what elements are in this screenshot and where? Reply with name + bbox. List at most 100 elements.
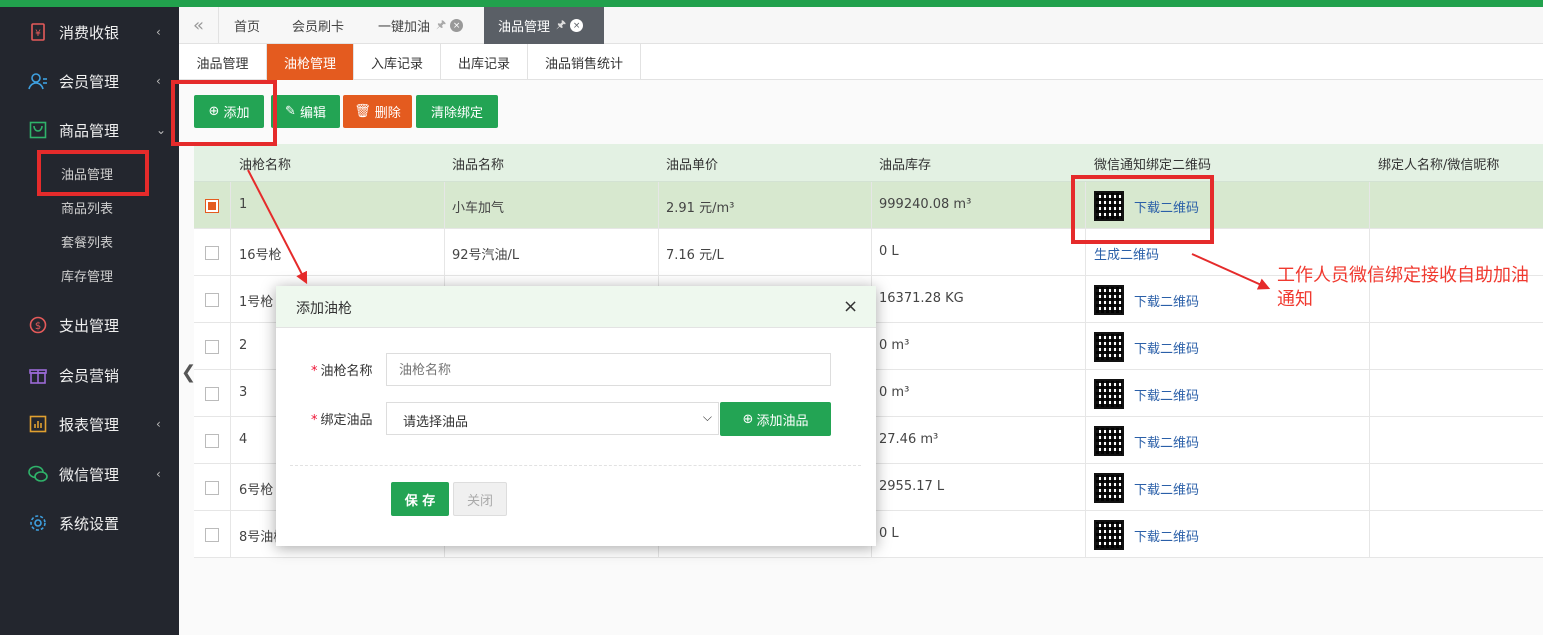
chevron-down-icon: ⌄: [156, 123, 167, 137]
unbind-button[interactable]: 清除绑定: [416, 95, 498, 128]
sidebar-subitem-packages[interactable]: 套餐列表: [61, 232, 113, 251]
stock-cell: 0 L: [879, 526, 899, 541]
highlight-add-button: [171, 80, 277, 146]
sidebar-subitem-inventory[interactable]: 库存管理: [61, 266, 113, 285]
download-qr-link[interactable]: 下载二维码: [1134, 526, 1199, 545]
table-row[interactable]: 1 小车加气 2.91 元/m³ 999240.08 m³ 下载二维码: [194, 182, 1543, 229]
row-checkbox[interactable]: [205, 528, 219, 542]
annotation-text: 工作人员微信绑定接收自助加油通知: [1277, 265, 1529, 310]
chevron-left-icon[interactable]: ❮: [181, 362, 196, 383]
cancel-button[interactable]: 关闭: [453, 482, 507, 516]
row-checkbox[interactable]: [205, 293, 219, 307]
gift-icon: [28, 365, 48, 385]
sidebar-item-settings[interactable]: 系统设置: [0, 508, 179, 538]
sidebar: ¥ 消费收银 ‹ 会员管理 ‹ 商品管理 ⌄ 油品管理 商品列表 套餐列表 库存…: [0, 7, 179, 635]
col-stock[interactable]: 油品库存: [879, 154, 931, 173]
subtab-stock-in[interactable]: 入库记录: [354, 44, 441, 80]
stock-cell: 2955.17 L: [879, 479, 945, 494]
download-qr-link[interactable]: 下载二维码: [1134, 338, 1199, 357]
delete-button[interactable]: 🗑 删除: [343, 95, 412, 128]
column-divider: [1085, 417, 1086, 464]
sidebar-item-members[interactable]: 会员管理 ‹: [0, 66, 179, 96]
tab-oil-management[interactable]: 油品管理 🖈 ×: [484, 7, 604, 44]
column-divider: [1085, 276, 1086, 323]
row-checkbox[interactable]: [205, 434, 219, 448]
gun-name-input[interactable]: [386, 353, 831, 386]
subtab-sales-stats[interactable]: 油品销售统计: [528, 44, 641, 80]
sidebar-item-label: 微信管理: [59, 465, 120, 484]
edit-button[interactable]: ✎ 编辑: [271, 95, 340, 128]
oil-select[interactable]: 请选择油品 ⌵: [386, 402, 719, 435]
row-checkbox[interactable]: [205, 340, 219, 354]
column-divider: [658, 182, 659, 229]
subtab-bar: 油品管理 油枪管理 入库记录 出库记录 油品销售统计: [179, 44, 1543, 80]
oil-name-cell: 92号汽油/L: [452, 248, 520, 263]
gun-name-cell: 3: [239, 385, 248, 400]
subtab-oil[interactable]: 油品管理: [179, 44, 267, 80]
tab-quick-refuel[interactable]: 一键加油 🖈 ×: [378, 7, 464, 44]
column-divider: [871, 182, 872, 229]
column-divider: [230, 276, 231, 323]
tab-label: 会员刷卡: [292, 20, 345, 35]
row-checkbox[interactable]: [205, 481, 219, 495]
oil-bind-label-text: 绑定油品: [320, 413, 373, 428]
row-checkbox[interactable]: [205, 387, 219, 401]
gun-name-cell: 2: [239, 338, 248, 353]
close-icon[interactable]: ×: [450, 19, 464, 32]
double-chevron-left-icon[interactable]: «: [179, 7, 219, 44]
sidebar-item-reports[interactable]: 报表管理 ‹: [0, 409, 179, 439]
subtab-guns[interactable]: 油枪管理: [267, 44, 354, 80]
column-divider: [1369, 323, 1370, 370]
col-oil-name[interactable]: 油品名称: [452, 154, 504, 173]
table-header: 油枪名称 油品名称 油品单价 油品库存 微信通知绑定二维码 绑定人名称/微信昵称: [194, 144, 1543, 182]
close-icon[interactable]: ×: [843, 296, 858, 317]
oil-name-cell: 小车加气: [452, 201, 505, 216]
column-divider: [230, 511, 231, 558]
sidebar-item-expense[interactable]: $ 支出管理: [0, 310, 179, 340]
col-gun-name[interactable]: 油枪名称: [239, 154, 291, 173]
download-qr-link[interactable]: 下载二维码: [1134, 432, 1199, 451]
col-qr[interactable]: 微信通知绑定二维码: [1094, 154, 1211, 173]
add-oil-button[interactable]: ⊕ 添加油品: [720, 402, 831, 436]
pin-icon[interactable]: 🖈: [556, 16, 566, 35]
download-qr-link[interactable]: 下载二维码: [1134, 479, 1199, 498]
tab-home[interactable]: 首页: [234, 7, 260, 44]
column-divider: [1085, 464, 1086, 511]
sidebar-item-label: 会员营销: [59, 366, 120, 385]
save-button[interactable]: 保 存: [391, 482, 449, 516]
pin-icon[interactable]: 🖈: [436, 16, 446, 35]
column-divider: [1085, 511, 1086, 558]
col-binder[interactable]: 绑定人名称/微信昵称: [1378, 154, 1499, 173]
sidebar-item-cashier[interactable]: ¥ 消费收银 ‹: [0, 17, 179, 47]
tab-label: 一键加油: [378, 20, 431, 35]
close-icon[interactable]: ×: [570, 19, 584, 32]
col-price[interactable]: 油品单价: [666, 154, 718, 173]
generate-qr-link[interactable]: 生成二维码: [1094, 244, 1159, 263]
tab-bar: « 首页 会员刷卡 一键加油 🖈 × 油品管理 🖈 ×: [179, 7, 1543, 44]
svg-text:¥: ¥: [35, 29, 41, 39]
sidebar-item-wechat[interactable]: 微信管理 ‹: [0, 459, 179, 489]
tab-member-card[interactable]: 会员刷卡: [292, 7, 344, 44]
sidebar-subitem-goods-list[interactable]: 商品列表: [61, 198, 113, 217]
qr-code-icon: [1094, 285, 1124, 315]
gun-name-cell: 4: [239, 432, 248, 447]
sidebar-item-marketing[interactable]: 会员营销: [0, 360, 179, 390]
sidebar-item-goods[interactable]: 商品管理 ⌄: [0, 115, 179, 145]
download-qr-link[interactable]: 下载二维码: [1134, 291, 1199, 310]
goods-icon: [28, 120, 48, 140]
column-divider: [230, 323, 231, 370]
download-qr-link[interactable]: 下载二维码: [1134, 385, 1199, 404]
stock-cell: 0 m³: [879, 385, 910, 400]
column-divider: [230, 464, 231, 511]
row-checkbox[interactable]: [205, 199, 219, 213]
top-accent-bar: [0, 0, 1543, 7]
stock-cell: 27.46 m³: [879, 432, 939, 447]
qr-code-icon: [1094, 332, 1124, 362]
delete-button-label: 删除: [374, 106, 401, 121]
subtab-stock-out[interactable]: 出库记录: [441, 44, 528, 80]
column-divider: [230, 229, 231, 276]
column-divider: [871, 229, 872, 276]
sidebar-item-label: 商品管理: [59, 121, 120, 140]
row-checkbox[interactable]: [205, 246, 219, 260]
sidebar-item-label: 系统设置: [59, 514, 120, 533]
